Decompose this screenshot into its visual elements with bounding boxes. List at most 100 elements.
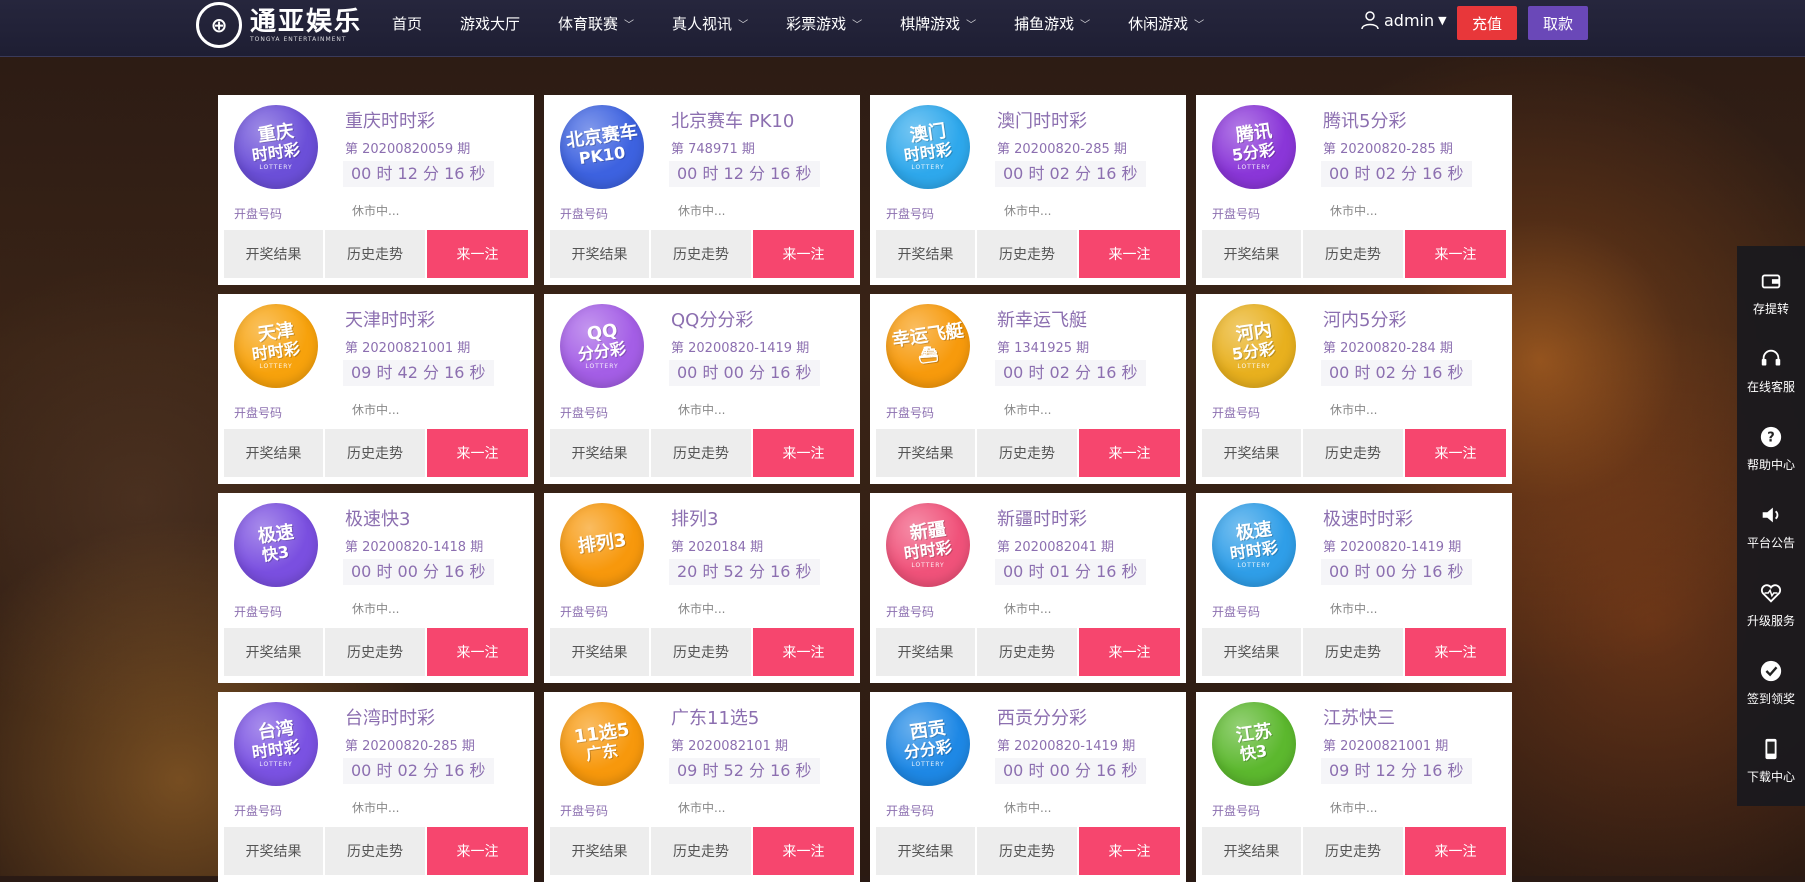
bet-button[interactable]: 来一注 bbox=[753, 429, 854, 477]
game-name[interactable]: 广东11选5 bbox=[671, 704, 759, 730]
results-button[interactable]: 开奖结果 bbox=[876, 230, 975, 278]
nav-item[interactable]: 休闲游戏 ﹀ bbox=[1128, 13, 1204, 34]
nav-item[interactable]: 捕鱼游戏 ﹀ bbox=[1014, 13, 1090, 34]
game-name[interactable]: 新疆时时彩 bbox=[997, 505, 1087, 531]
history-button[interactable]: 历史走势 bbox=[651, 429, 751, 477]
results-button[interactable]: 开奖结果 bbox=[224, 628, 323, 676]
sidebar-item[interactable]: 升级服务 bbox=[1737, 558, 1805, 638]
game-name[interactable]: 极速时时彩 bbox=[1323, 505, 1413, 531]
lottery-logo-icon[interactable]: 江苏 快3 bbox=[1212, 702, 1296, 786]
game-name[interactable]: QQ分分彩 bbox=[671, 306, 753, 332]
sidebar-item[interactable]: 平台公告 bbox=[1737, 480, 1805, 560]
recharge-button[interactable]: 充值 bbox=[1457, 6, 1517, 40]
bet-button[interactable]: 来一注 bbox=[427, 628, 528, 676]
bet-button[interactable]: 来一注 bbox=[1079, 429, 1180, 477]
bet-button[interactable]: 来一注 bbox=[1405, 230, 1506, 278]
history-button[interactable]: 历史走势 bbox=[325, 827, 425, 875]
results-button[interactable]: 开奖结果 bbox=[876, 429, 975, 477]
lottery-logo-icon[interactable]: 11选5 广东 bbox=[560, 702, 644, 786]
results-button[interactable]: 开奖结果 bbox=[224, 429, 323, 477]
lottery-logo-icon[interactable]: 台湾 时时彩 LOTTERY bbox=[234, 702, 318, 786]
nav-item[interactable]: 体育联赛 ﹀ bbox=[558, 13, 634, 34]
history-button[interactable]: 历史走势 bbox=[977, 628, 1077, 676]
bet-button[interactable]: 来一注 bbox=[1079, 827, 1180, 875]
bet-button[interactable]: 来一注 bbox=[1079, 230, 1180, 278]
history-button[interactable]: 历史走势 bbox=[1303, 230, 1403, 278]
results-button[interactable]: 开奖结果 bbox=[1202, 429, 1301, 477]
nav-item[interactable]: 彩票游戏 ﹀ bbox=[786, 13, 862, 34]
lottery-logo-icon[interactable]: 澳门 时时彩 LOTTERY bbox=[886, 105, 970, 189]
game-name[interactable]: 重庆时时彩 bbox=[345, 107, 435, 133]
lottery-logo-icon[interactable]: QQ 分分彩 LOTTERY bbox=[560, 304, 644, 388]
results-button[interactable]: 开奖结果 bbox=[224, 230, 323, 278]
site-logo[interactable]: ⊕ 通亚娱乐 TONGYA ENTERTAINMENT bbox=[196, 0, 362, 50]
results-button[interactable]: 开奖结果 bbox=[876, 628, 975, 676]
nav-item[interactable]: 真人视讯 ﹀ bbox=[672, 13, 748, 34]
lottery-logo-icon[interactable]: 北京赛车 PK10 bbox=[560, 105, 644, 189]
bet-button[interactable]: 来一注 bbox=[753, 628, 854, 676]
bet-button[interactable]: 来一注 bbox=[1405, 827, 1506, 875]
history-button[interactable]: 历史走势 bbox=[651, 230, 751, 278]
bet-button[interactable]: 来一注 bbox=[427, 429, 528, 477]
sidebar-item[interactable]: ? 帮助中心 bbox=[1737, 402, 1805, 482]
results-button[interactable]: 开奖结果 bbox=[550, 429, 649, 477]
bet-button[interactable]: 来一注 bbox=[427, 827, 528, 875]
game-name[interactable]: 排列3 bbox=[671, 505, 718, 531]
game-name[interactable]: 腾讯5分彩 bbox=[1323, 107, 1406, 133]
history-button[interactable]: 历史走势 bbox=[651, 827, 751, 875]
lottery-logo-icon[interactable]: 新疆 时时彩 LOTTERY bbox=[886, 503, 970, 587]
game-name[interactable]: 江苏快三 bbox=[1323, 704, 1395, 730]
bet-button[interactable]: 来一注 bbox=[427, 230, 528, 278]
history-button[interactable]: 历史走势 bbox=[651, 628, 751, 676]
history-button[interactable]: 历史走势 bbox=[977, 827, 1077, 875]
nav-item[interactable]: 棋牌游戏 ﹀ bbox=[900, 13, 976, 34]
sidebar-item[interactable]: 存提转 bbox=[1737, 246, 1805, 326]
history-button[interactable]: 历史走势 bbox=[325, 628, 425, 676]
history-button[interactable]: 历史走势 bbox=[1303, 429, 1403, 477]
history-button[interactable]: 历史走势 bbox=[977, 230, 1077, 278]
game-name[interactable]: 北京赛车 PK10 bbox=[671, 107, 794, 133]
bet-button[interactable]: 来一注 bbox=[1405, 628, 1506, 676]
results-button[interactable]: 开奖结果 bbox=[1202, 230, 1301, 278]
game-name[interactable]: 西贡分分彩 bbox=[997, 704, 1087, 730]
lottery-logo-icon[interactable]: 西贡 分分彩 LOTTERY bbox=[886, 702, 970, 786]
lottery-logo-icon[interactable]: 极速 时时彩 LOTTERY bbox=[1212, 503, 1296, 587]
lottery-logo-icon[interactable]: 极速 快3 bbox=[234, 503, 318, 587]
history-button[interactable]: 历史走势 bbox=[325, 230, 425, 278]
bet-button[interactable]: 来一注 bbox=[1079, 628, 1180, 676]
game-name[interactable]: 澳门时时彩 bbox=[997, 107, 1087, 133]
lottery-logo-icon[interactable]: 腾讯 5分彩 LOTTERY bbox=[1212, 105, 1296, 189]
results-button[interactable]: 开奖结果 bbox=[1202, 628, 1301, 676]
nav-item[interactable]: 游戏大厅 bbox=[460, 13, 520, 34]
nav-item[interactable]: 首页 bbox=[392, 13, 422, 34]
game-name[interactable]: 河内5分彩 bbox=[1323, 306, 1406, 332]
sidebar-item[interactable]: 下载中心 bbox=[1737, 714, 1805, 794]
history-button[interactable]: 历史走势 bbox=[977, 429, 1077, 477]
lottery-logo-icon[interactable]: 幸运飞艇 ⛴ bbox=[886, 304, 970, 388]
history-button[interactable]: 历史走势 bbox=[1303, 827, 1403, 875]
results-button[interactable]: 开奖结果 bbox=[550, 628, 649, 676]
lottery-logo-icon[interactable]: 重庆 时时彩 LOTTERY bbox=[234, 105, 318, 189]
lottery-logo-icon[interactable]: 天津 时时彩 LOTTERY bbox=[234, 304, 318, 388]
user-menu[interactable]: admin ▼ bbox=[1360, 10, 1447, 30]
history-button[interactable]: 历史走势 bbox=[325, 429, 425, 477]
bet-button[interactable]: 来一注 bbox=[753, 827, 854, 875]
sidebar-item[interactable]: 签到领奖 bbox=[1737, 636, 1805, 716]
results-button[interactable]: 开奖结果 bbox=[876, 827, 975, 875]
bet-button[interactable]: 来一注 bbox=[753, 230, 854, 278]
sidebar-item[interactable]: 在线客服 bbox=[1737, 324, 1805, 404]
bet-button[interactable]: 来一注 bbox=[1405, 429, 1506, 477]
game-name[interactable]: 天津时时彩 bbox=[345, 306, 435, 332]
game-name[interactable]: 极速快3 bbox=[345, 505, 410, 531]
game-name[interactable]: 新幸运飞艇 bbox=[997, 306, 1087, 332]
results-button[interactable]: 开奖结果 bbox=[550, 827, 649, 875]
results-button[interactable]: 开奖结果 bbox=[1202, 827, 1301, 875]
results-button[interactable]: 开奖结果 bbox=[550, 230, 649, 278]
game-name[interactable]: 台湾时时彩 bbox=[345, 704, 435, 730]
withdraw-button[interactable]: 取款 bbox=[1528, 6, 1588, 40]
results-button[interactable]: 开奖结果 bbox=[224, 827, 323, 875]
lottery-logo-icon[interactable]: 河内 5分彩 LOTTERY bbox=[1212, 304, 1296, 388]
history-button[interactable]: 历史走势 bbox=[1303, 628, 1403, 676]
lottery-logo-icon[interactable]: 排列3 bbox=[560, 503, 644, 587]
draw-status: 休市中... bbox=[678, 602, 726, 616]
